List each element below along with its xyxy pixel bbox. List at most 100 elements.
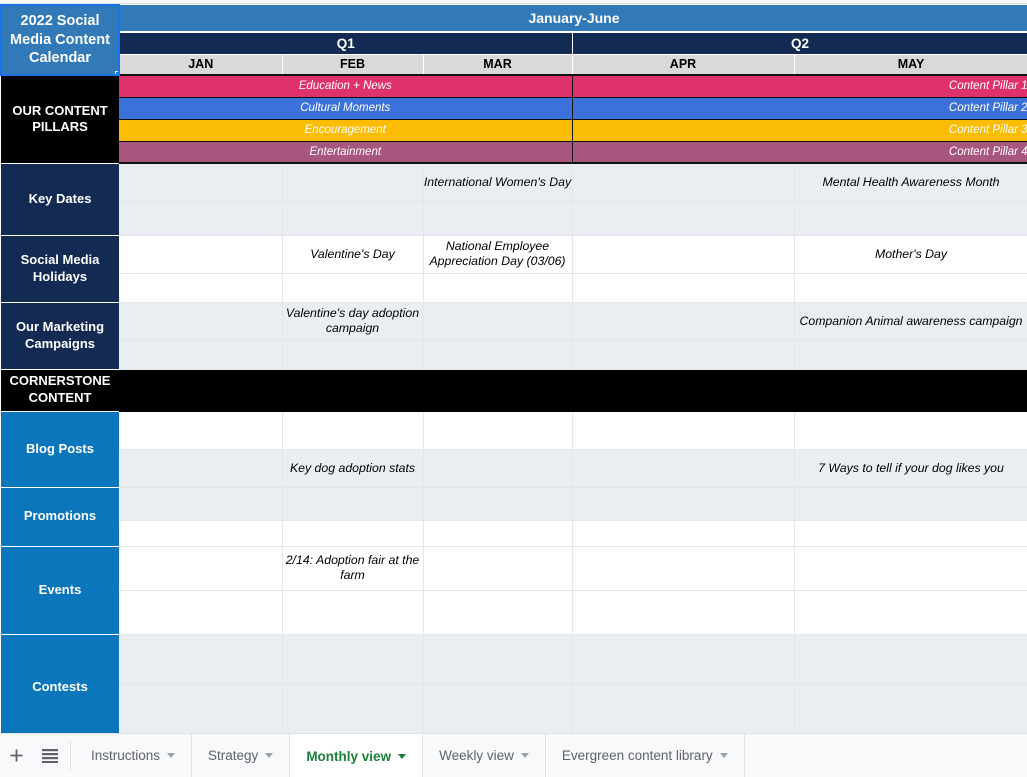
cell-our-marketing-campaigns-0-1[interactable]: Valentine's day adoption campaign: [282, 302, 424, 341]
pillar-q1-1[interactable]: Education + News: [119, 75, 573, 98]
cell-events-1-4[interactable]: [794, 590, 1027, 635]
pillar-q2-4[interactable]: Content Pillar 4: [572, 141, 1027, 164]
cell-social-media-holidays-1-2[interactable]: [423, 273, 573, 303]
cell-promotions-0-2[interactable]: [423, 487, 573, 521]
cell-promotions-1-1[interactable]: [282, 520, 424, 547]
cell-cornerstone-content-1-4[interactable]: [794, 390, 1027, 412]
sheet-tab-instructions[interactable]: Instructions: [75, 734, 193, 777]
cell-cornerstone-content-0-0[interactable]: [119, 368, 283, 391]
cell-contests-1-3[interactable]: [572, 684, 795, 733]
cell-contests-0-3[interactable]: [572, 634, 795, 685]
cell-social-media-holidays-0-3[interactable]: [572, 235, 795, 274]
grid-area[interactable]: 2022 Social Media Content Calendar Januar…: [0, 0, 1027, 733]
cell-contests-1-2[interactable]: [423, 684, 573, 733]
cell-promotions-1-0[interactable]: [119, 520, 283, 547]
chevron-down-icon[interactable]: [719, 753, 728, 758]
cell-blog-posts-0-2[interactable]: [423, 411, 573, 450]
cell-cornerstone-content-0-2[interactable]: [423, 368, 573, 391]
cell-events-1-1[interactable]: [282, 590, 424, 635]
cell-blog-posts-1-2[interactable]: [423, 449, 573, 488]
cell-key-dates-0-0[interactable]: [119, 163, 283, 202]
cell-our-marketing-campaigns-0-2[interactable]: [423, 302, 573, 341]
cell-key-dates-0-2[interactable]: International Women's Day: [423, 163, 573, 202]
cell-key-dates-1-2[interactable]: [423, 201, 573, 236]
cell-contests-1-0[interactable]: [119, 684, 283, 733]
cell-our-marketing-campaigns-1-3[interactable]: [572, 340, 795, 370]
cell-cornerstone-content-0-4[interactable]: [794, 368, 1027, 391]
cell-cornerstone-content-0-1[interactable]: [282, 368, 424, 391]
cell-key-dates-1-1[interactable]: [282, 201, 424, 236]
cell-events-0-1[interactable]: 2/14: Adoption fair at the farm: [282, 546, 424, 591]
cell-our-marketing-campaigns-0-3[interactable]: [572, 302, 795, 341]
cell-contests-1-1[interactable]: [282, 684, 424, 733]
cell-social-media-holidays-0-4[interactable]: Mother's Day: [794, 235, 1027, 274]
pillar-q2-2[interactable]: Content Pillar 2: [572, 97, 1027, 120]
cell-contests-0-1[interactable]: [282, 634, 424, 685]
cell-social-media-holidays-1-0[interactable]: [119, 273, 283, 303]
cell-promotions-1-4[interactable]: [794, 520, 1027, 547]
chevron-down-icon[interactable]: [398, 754, 407, 759]
cell-social-media-holidays-1-1[interactable]: [282, 273, 424, 303]
cell-social-media-holidays-1-4[interactable]: [794, 273, 1027, 303]
cell-key-dates-0-1[interactable]: [282, 163, 424, 202]
cell-promotions-0-0[interactable]: [119, 487, 283, 521]
chevron-down-icon[interactable]: [520, 753, 529, 758]
cell-events-0-2[interactable]: [423, 546, 573, 591]
cell-events-1-3[interactable]: [572, 590, 795, 635]
cell-contests-0-2[interactable]: [423, 634, 573, 685]
cell-events-0-4[interactable]: [794, 546, 1027, 591]
chevron-down-icon[interactable]: [265, 753, 274, 758]
pillar-q1-4[interactable]: Entertainment: [119, 141, 573, 164]
cell-contests-1-4[interactable]: [794, 684, 1027, 733]
sheet-tab-strategy[interactable]: Strategy: [192, 734, 291, 777]
pillar-q2-1[interactable]: Content Pillar 1: [572, 75, 1027, 98]
cell-cornerstone-content-1-1[interactable]: [282, 390, 424, 412]
cell-our-marketing-campaigns-0-0[interactable]: [119, 302, 283, 341]
cell-our-marketing-campaigns-1-4[interactable]: [794, 340, 1027, 370]
cell-social-media-holidays-0-2[interactable]: National Employee Appreciation Day (03/0…: [423, 235, 573, 274]
cell-cornerstone-content-1-0[interactable]: [119, 390, 283, 412]
cell-our-marketing-campaigns-0-4[interactable]: Companion Animal awareness campaign: [794, 302, 1027, 341]
all-sheets-button[interactable]: [33, 734, 66, 777]
cell-blog-posts-1-3[interactable]: [572, 449, 795, 488]
cell-promotions-1-2[interactable]: [423, 520, 573, 547]
cell-events-1-2[interactable]: [423, 590, 573, 635]
cell-cornerstone-content-0-3[interactable]: [572, 368, 795, 391]
cell-blog-posts-0-1[interactable]: [282, 411, 424, 450]
chevron-down-icon[interactable]: [167, 753, 176, 758]
cell-key-dates-1-3[interactable]: [572, 201, 795, 236]
cell-social-media-holidays-1-3[interactable]: [572, 273, 795, 303]
cell-blog-posts-1-0[interactable]: [119, 449, 283, 488]
cell-events-1-0[interactable]: [119, 590, 283, 635]
pillar-q1-2[interactable]: Cultural Moments: [119, 97, 573, 120]
pillar-q1-3[interactable]: Encouragement: [119, 119, 573, 142]
cell-key-dates-0-3[interactable]: [572, 163, 795, 202]
sheet-title-cell[interactable]: 2022 Social Media Content Calendar: [0, 4, 120, 76]
cell-key-dates-1-0[interactable]: [119, 201, 283, 236]
cell-blog-posts-0-0[interactable]: [119, 411, 283, 450]
cell-promotions-1-3[interactable]: [572, 520, 795, 547]
cell-contests-0-0[interactable]: [119, 634, 283, 685]
cell-social-media-holidays-0-0[interactable]: [119, 235, 283, 274]
cell-blog-posts-1-4[interactable]: 7 Ways to tell if your dog likes you: [794, 449, 1027, 488]
cell-promotions-0-3[interactable]: [572, 487, 795, 521]
cell-events-0-0[interactable]: [119, 546, 283, 591]
cell-social-media-holidays-0-1[interactable]: Valentine's Day: [282, 235, 424, 274]
sheet-tab-weekly-view[interactable]: Weekly view: [423, 734, 546, 777]
cell-promotions-0-1[interactable]: [282, 487, 424, 521]
cell-our-marketing-campaigns-1-1[interactable]: [282, 340, 424, 370]
cell-blog-posts-1-1[interactable]: Key dog adoption stats: [282, 449, 424, 488]
add-sheet-button[interactable]: [0, 734, 33, 777]
sheet-tab-evergreen-content-library[interactable]: Evergreen content library: [546, 734, 745, 777]
calendar-table[interactable]: 2022 Social Media Content Calendar Januar…: [0, 4, 1027, 733]
cell-blog-posts-0-3[interactable]: [572, 411, 795, 450]
cell-cornerstone-content-1-3[interactable]: [572, 390, 795, 412]
cell-cornerstone-content-1-2[interactable]: [423, 390, 573, 412]
pillar-q2-3[interactable]: Content Pillar 3: [572, 119, 1027, 142]
cell-key-dates-1-4[interactable]: [794, 201, 1027, 236]
fill-handle[interactable]: [115, 71, 117, 73]
cell-events-0-3[interactable]: [572, 546, 795, 591]
cell-key-dates-0-4[interactable]: Mental Health Awareness Month: [794, 163, 1027, 202]
sheet-tab-monthly-view[interactable]: Monthly view: [290, 734, 424, 777]
cell-blog-posts-0-4[interactable]: [794, 411, 1027, 450]
